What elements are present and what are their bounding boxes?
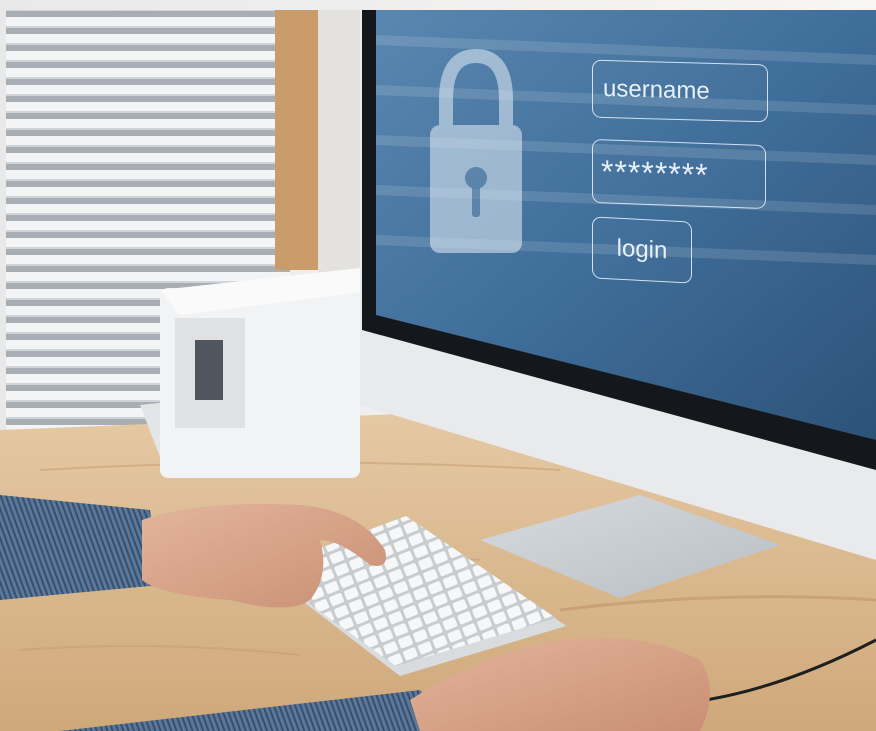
password-mask: ******** <box>601 152 709 193</box>
wall-corner <box>318 10 360 280</box>
username-field[interactable]: username <box>592 59 768 123</box>
photo-scene: username ******** login <box>0 0 876 731</box>
password-field[interactable]: ******** <box>592 138 766 210</box>
username-placeholder: username <box>603 74 710 105</box>
login-button-label: login <box>616 234 668 265</box>
login-button[interactable]: login <box>592 216 692 284</box>
printer <box>140 268 380 478</box>
